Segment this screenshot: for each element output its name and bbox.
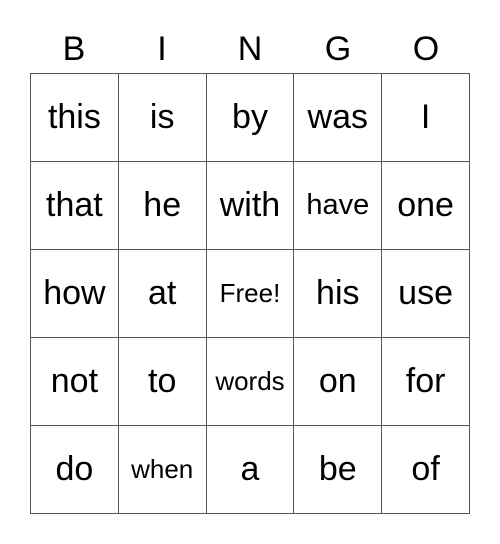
bingo-cell[interactable]: by bbox=[206, 74, 295, 162]
header-letter-i: I bbox=[157, 30, 167, 68]
bingo-cell[interactable]: on bbox=[294, 338, 383, 426]
header-letter-b: B bbox=[62, 30, 86, 68]
header-letter-g: G bbox=[324, 30, 352, 68]
bingo-cell[interactable]: to bbox=[118, 338, 207, 426]
bingo-cell[interactable]: for bbox=[382, 338, 470, 426]
free-space-cell[interactable]: Free! bbox=[206, 250, 295, 338]
bingo-cell[interactable]: is bbox=[118, 74, 207, 162]
bingo-cell[interactable]: of bbox=[382, 426, 470, 514]
bingo-cell[interactable]: his bbox=[294, 250, 383, 338]
bingo-cell[interactable]: was bbox=[294, 74, 383, 162]
header-letter-o: O bbox=[412, 30, 440, 68]
bingo-cell[interactable]: how bbox=[31, 250, 119, 338]
header-letter-n: N bbox=[237, 30, 263, 68]
bingo-cell[interactable]: that bbox=[31, 162, 119, 250]
bingo-cell[interactable]: be bbox=[294, 426, 383, 514]
bingo-cell[interactable]: use bbox=[382, 250, 470, 338]
bingo-cell[interactable]: I bbox=[382, 74, 470, 162]
bingo-cell[interactable]: with bbox=[206, 162, 295, 250]
bingo-cell[interactable]: do bbox=[31, 426, 119, 514]
bingo-cell[interactable]: words bbox=[206, 338, 295, 426]
bingo-cell[interactable]: this bbox=[31, 74, 119, 162]
bingo-cell[interactable]: at bbox=[118, 250, 207, 338]
bingo-cell[interactable]: he bbox=[118, 162, 207, 250]
bingo-cell[interactable]: one bbox=[382, 162, 470, 250]
bingo-header: B I N G O bbox=[30, 28, 470, 70]
bingo-grid: this is by was I that he with have one h… bbox=[30, 73, 470, 514]
bingo-cell[interactable]: not bbox=[31, 338, 119, 426]
bingo-cell[interactable]: a bbox=[206, 426, 295, 514]
bingo-cell[interactable]: when bbox=[118, 426, 207, 514]
bingo-cell[interactable]: have bbox=[294, 162, 383, 250]
